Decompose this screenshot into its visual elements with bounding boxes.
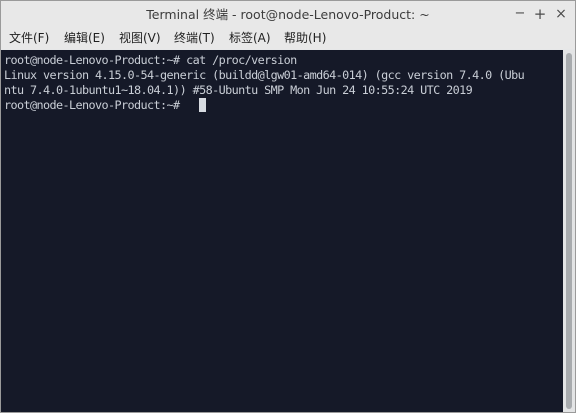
- menu-help[interactable]: 帮助(H): [284, 27, 326, 49]
- vertical-scrollbar[interactable]: [563, 50, 575, 412]
- terminal-output[interactable]: root@node-Lenovo-Product:~# cat /proc/ve…: [1, 50, 563, 412]
- text-cursor: [199, 98, 206, 112]
- terminal-line: root@node-Lenovo-Product:~# cat /proc/ve…: [4, 53, 297, 67]
- menu-terminal[interactable]: 终端(T): [174, 27, 215, 49]
- menu-bar: 文件(F) 编辑(E) 视图(V) 终端(T) 标签(A) 帮助(H): [1, 27, 575, 49]
- close-icon[interactable]: ×: [551, 4, 571, 24]
- menu-tabs[interactable]: 标签(A): [229, 27, 271, 49]
- menu-file[interactable]: 文件(F): [9, 27, 49, 49]
- menu-edit[interactable]: 编辑(E): [64, 27, 105, 49]
- terminal-prompt: root@node-Lenovo-Product:~#: [4, 98, 187, 112]
- window-title: Terminal 终端 - root@node-Lenovo-Product: …: [146, 7, 430, 22]
- scrollbar-thumb[interactable]: [566, 53, 572, 409]
- terminal-line: Linux version 4.15.0-54-generic (buildd@…: [4, 68, 525, 82]
- terminal-window: Terminal 终端 - root@node-Lenovo-Product: …: [0, 0, 576, 413]
- minimize-icon[interactable]: −: [510, 4, 530, 24]
- terminal-line: ntu 7.4.0-1ubuntu1~18.04.1)) #58-Ubuntu …: [4, 83, 473, 97]
- title-bar[interactable]: Terminal 终端 - root@node-Lenovo-Product: …: [1, 1, 575, 27]
- maximize-icon[interactable]: +: [530, 4, 550, 24]
- menu-view[interactable]: 视图(V): [119, 27, 161, 49]
